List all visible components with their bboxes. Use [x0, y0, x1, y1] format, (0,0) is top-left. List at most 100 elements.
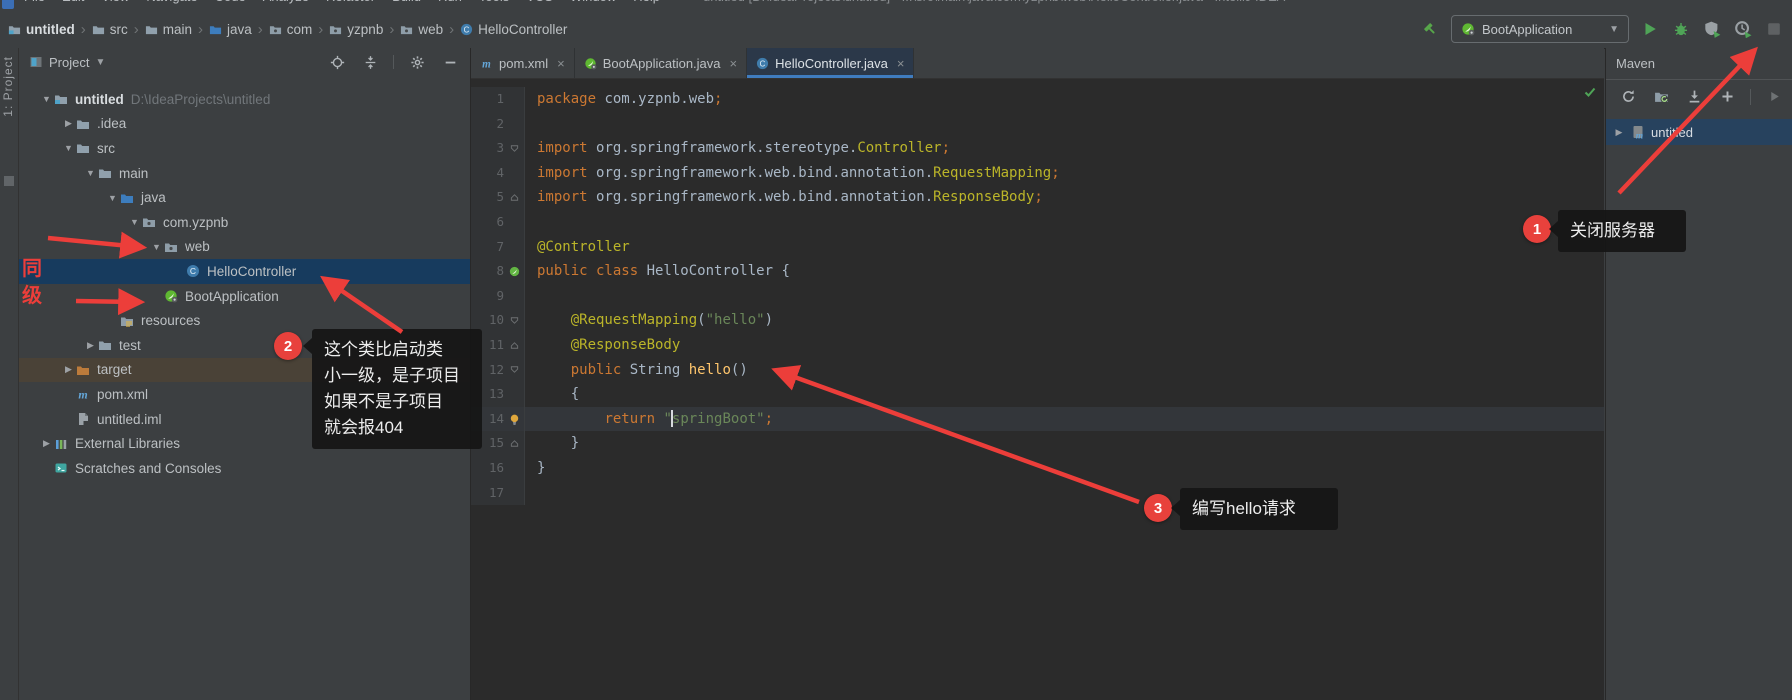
- collapse-all-button[interactable]: [360, 52, 380, 72]
- build-button[interactable]: [1420, 19, 1440, 39]
- tree-item-main[interactable]: ▼ main: [19, 161, 470, 186]
- breadcrumb-item-yzpnb[interactable]: yzpnb: [329, 22, 383, 37]
- breadcrumb-item-java[interactable]: java: [209, 22, 252, 37]
- breadcrumb-label: main: [162, 21, 193, 37]
- run-button[interactable]: [1640, 19, 1660, 39]
- project-root-icon: [8, 23, 21, 36]
- project-tool-button[interactable]: 1: Project: [1, 56, 15, 117]
- tree-item-src[interactable]: ▼ src: [19, 136, 470, 161]
- fold-down-icon[interactable]: [507, 143, 521, 154]
- menu-file[interactable]: File: [24, 0, 45, 9]
- tree-open-chevron-icon[interactable]: ▼: [105, 193, 120, 203]
- tree-item-idea[interactable]: ▶ .idea: [19, 112, 470, 137]
- hide-button[interactable]: [440, 52, 460, 72]
- gutter: 9: [471, 283, 525, 309]
- fold-up-icon[interactable]: [507, 192, 521, 203]
- menu-analyze[interactable]: Analyze: [263, 0, 309, 9]
- tree-item-java[interactable]: ▼ java: [19, 185, 470, 210]
- tree-open-chevron-icon[interactable]: ▼: [149, 242, 164, 252]
- menu-run[interactable]: Run: [438, 0, 462, 9]
- add-maven-project-button[interactable]: [1717, 87, 1737, 107]
- menu-window[interactable]: Window: [570, 0, 616, 9]
- tree-item-bootapplication[interactable]: BootApplication: [19, 284, 470, 309]
- line-number: 5: [496, 189, 504, 205]
- line-number: 14: [488, 410, 504, 426]
- maven-item-untitled[interactable]: ▶ m untitled: [1606, 119, 1792, 145]
- close-icon[interactable]: ×: [730, 56, 738, 71]
- tree-item-scratches-and-consoles[interactable]: Scratches and Consoles: [19, 456, 470, 481]
- tab-pom-xml[interactable]: m pom.xml ×: [471, 48, 575, 78]
- code-text: package com.yzpnb.web;: [537, 91, 723, 107]
- tree-open-chevron-icon[interactable]: ▼: [61, 143, 76, 153]
- tree-item-target[interactable]: ▶ target: [19, 357, 470, 383]
- breadcrumb-item-hellocontroller[interactable]: C HelloController: [460, 22, 567, 37]
- tree-item-untitled[interactable]: ▼ untitled D:\IdeaProjects\untitled: [19, 87, 470, 112]
- bulb-icon[interactable]: [507, 413, 521, 426]
- tree-item-test[interactable]: ▶ test: [19, 333, 470, 358]
- fold-down-icon[interactable]: [507, 315, 521, 326]
- folder-icon: [98, 338, 112, 352]
- reimport-button[interactable]: [1618, 87, 1638, 107]
- tab-hellocontroller-java[interactable]: C HelloController.java ×: [747, 48, 915, 78]
- run-config-select[interactable]: BootApplication ▼: [1451, 15, 1629, 43]
- menu-tools[interactable]: Tools: [479, 0, 509, 9]
- profiler-button[interactable]: [1733, 19, 1753, 39]
- debug-button[interactable]: [1671, 19, 1691, 39]
- fold-up-icon[interactable]: [507, 340, 521, 351]
- menu-build[interactable]: Build: [392, 0, 421, 9]
- tree-closed-chevron-icon[interactable]: ▶: [39, 438, 54, 449]
- maven-m-icon: m: [480, 57, 493, 69]
- close-icon[interactable]: ×: [557, 56, 565, 71]
- settings-button[interactable]: [407, 52, 427, 72]
- locate-button[interactable]: [327, 52, 347, 72]
- tree-closed-chevron-icon[interactable]: ▶: [61, 364, 76, 375]
- menu-code[interactable]: Code: [215, 0, 246, 9]
- fold-up-icon[interactable]: [507, 438, 521, 449]
- tree-closed-chevron-icon[interactable]: ▶: [83, 340, 98, 351]
- tree-item-untitled-iml[interactable]: untitled.iml: [19, 407, 470, 432]
- gutter: 14: [471, 406, 525, 432]
- code-editor[interactable]: 1 package com.yzpnb.web; 2 3 import org.spri…: [471, 78, 1604, 700]
- tab-bootapplication-java[interactable]: BootApplication.java ×: [575, 48, 748, 78]
- breadcrumb-label: untitled: [26, 21, 75, 37]
- tree-closed-chevron-icon[interactable]: ▶: [1613, 127, 1625, 138]
- folder-icon: [76, 141, 90, 155]
- generate-sources-button[interactable]: [1651, 87, 1671, 107]
- fold-down-icon[interactable]: [507, 364, 521, 375]
- tree-open-chevron-icon[interactable]: ▼: [83, 168, 98, 178]
- menu-edit[interactable]: Edit: [62, 0, 84, 9]
- stop-button[interactable]: [1764, 19, 1784, 39]
- tree-item-hellocontroller[interactable]: C HelloController: [19, 259, 470, 284]
- tree-open-chevron-icon[interactable]: ▼: [127, 217, 142, 227]
- coverage-button[interactable]: [1702, 19, 1722, 39]
- line-number: 12: [488, 361, 504, 377]
- tree-closed-chevron-icon[interactable]: ▶: [61, 118, 76, 129]
- tree-item-resources[interactable]: resources: [19, 308, 470, 333]
- menu-navigate[interactable]: Navigate: [146, 0, 197, 9]
- close-icon[interactable]: ×: [897, 56, 905, 71]
- run-maven-goal-button[interactable]: [1764, 87, 1784, 107]
- tree-item-com-yzpnb[interactable]: ▼ com.yzpnb: [19, 210, 470, 235]
- menu-vcs[interactable]: VCS: [526, 0, 553, 9]
- breadcrumb-item-untitled[interactable]: untitled: [8, 22, 75, 37]
- svg-text:C: C: [464, 25, 470, 34]
- maven-tree: ▶ m untitled: [1606, 113, 1792, 145]
- menu-help[interactable]: Help: [633, 0, 660, 9]
- tab-label: pom.xml: [499, 55, 549, 71]
- tree-item-web[interactable]: ▼ web: [19, 235, 470, 260]
- menu-view[interactable]: View: [101, 0, 129, 9]
- breadcrumb-item-src[interactable]: src: [92, 22, 128, 37]
- tree-item-external-libraries[interactable]: ▶ External Libraries: [19, 431, 470, 456]
- breadcrumb-item-com[interactable]: com: [269, 22, 312, 37]
- project-root-icon: [54, 92, 68, 106]
- tree-open-chevron-icon[interactable]: ▼: [39, 94, 54, 104]
- menu-refactor[interactable]: Refactor: [326, 0, 375, 9]
- download-sources-button[interactable]: [1684, 87, 1704, 107]
- breadcrumb-item-web[interactable]: web: [400, 22, 443, 37]
- breadcrumb-item-main[interactable]: main: [145, 22, 192, 37]
- tree-item-pom-xml[interactable]: m pom.xml: [19, 382, 470, 407]
- tab-label: HelloController.java: [775, 55, 888, 71]
- project-view-label[interactable]: Project: [49, 55, 89, 70]
